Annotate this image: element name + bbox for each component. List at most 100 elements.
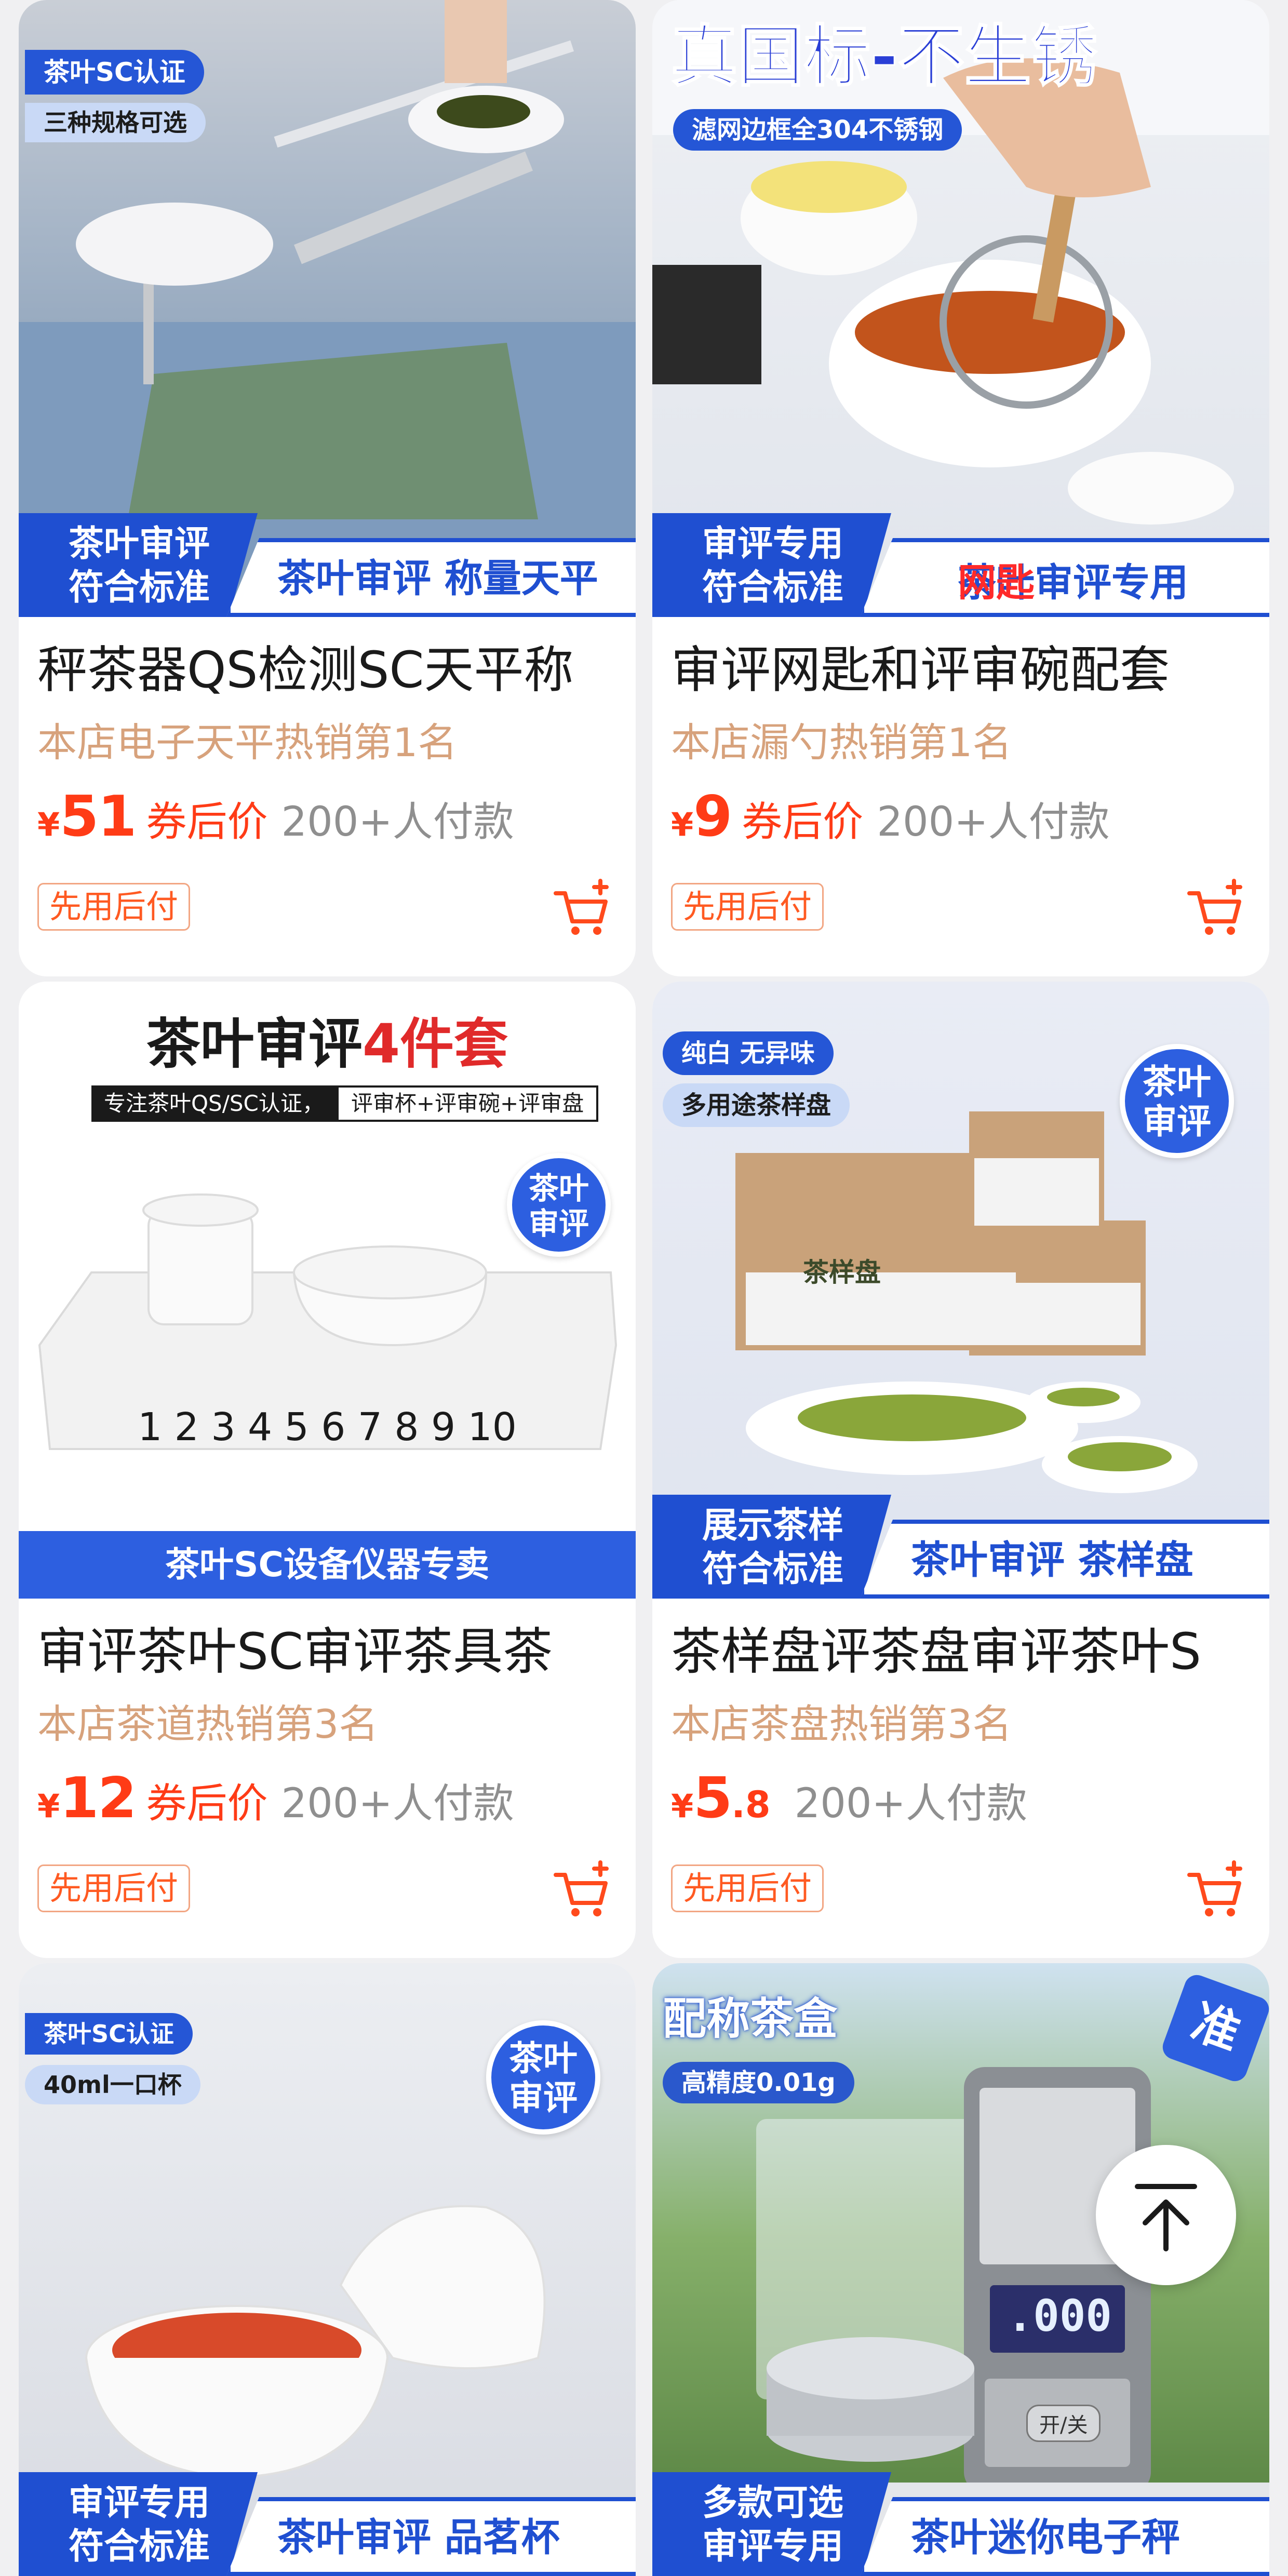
image-banner: 茶叶审评 符合标准 茶叶审评 称量天平 bbox=[19, 513, 636, 617]
cart-plus-icon[interactable] bbox=[551, 1859, 613, 1922]
badge-sc-cert: 茶叶SC认证 bbox=[25, 2013, 193, 2055]
product-grid: 茶叶SC认证 三种规格可选 茶叶审评 符合标准 茶叶审评 称量天平 秤茶器QS检… bbox=[0, 0, 1288, 2576]
banner-left-line2: 符合标准 bbox=[69, 567, 210, 608]
sold-count: 200+人付款 bbox=[877, 799, 1110, 846]
currency-symbol: ¥ bbox=[671, 806, 694, 843]
banner-left-line1: 展示茶样 bbox=[702, 1505, 844, 1546]
price-decimal: .8 bbox=[731, 1783, 771, 1826]
badge-capacity: 40ml一口杯 bbox=[25, 2065, 200, 2104]
price-integer: 51 bbox=[60, 784, 137, 849]
banner-left-line1: 多款可选 bbox=[702, 2483, 844, 2524]
pay-later-badge: 先用后付 bbox=[37, 883, 191, 931]
image-banner: 多款可选 审评专用 茶叶迷你电子秤 bbox=[652, 2472, 1269, 2576]
banner-left-line1: 审评专用 bbox=[702, 524, 844, 565]
scale-display: .000 bbox=[1007, 2290, 1112, 2341]
banner-left-line2: 审评专用 bbox=[702, 2526, 844, 2567]
product-image[interactable]: 茶叶SC认证 三种规格可选 茶叶审评 符合标准 茶叶审评 称量天平 bbox=[19, 0, 636, 617]
sales-rank: 本店电子天平热销第1名 bbox=[37, 719, 458, 766]
product-image[interactable]: 茶叶审评4件套 专注茶叶QS/SC认证， 评审杯+评审碗+评审盘 茶叶 审评 1… bbox=[19, 982, 636, 1599]
price-row: ¥ 5 .8 200+人付款 bbox=[671, 1766, 1027, 1831]
price-integer: 5 bbox=[693, 1766, 732, 1831]
banner-right-text: 茶叶审评 品茗杯 bbox=[277, 2515, 560, 2560]
product-title[interactable]: 审评网匙和评审碗配套 bbox=[671, 636, 1258, 704]
currency-symbol: ¥ bbox=[671, 1787, 694, 1825]
badge-pure-white: 纯白 无异味 bbox=[663, 1031, 834, 1075]
pay-later-badge: 先用后付 bbox=[671, 883, 824, 931]
banner-right: 茶叶审评 称量天平 bbox=[226, 538, 636, 617]
price-row: ¥ 9 券后价 200+人付款 bbox=[671, 784, 1110, 849]
banner-right: 茶叶审评 茶样盘 bbox=[860, 1520, 1269, 1599]
image-headline: 真国标-不生锈 bbox=[670, 18, 1098, 96]
banner-left-line1: 审评专用 bbox=[69, 2483, 210, 2524]
banner-left-line2: 符合标准 bbox=[69, 2526, 210, 2567]
image-banner: 审评专用 符合标准 茶叶审评专用 网匙 bbox=[652, 513, 1269, 617]
product-image[interactable]: 茶样盘 纯白 无异味 多用途茶样盘 茶叶 审评 展示茶样 符合标准 茶叶审评 茶… bbox=[652, 982, 1269, 1599]
price-integer: 9 bbox=[693, 784, 732, 849]
banner-right: 茶叶迷你电子秤 bbox=[860, 2497, 1269, 2576]
product-card[interactable]: 茶叶SC认证 40ml一口杯 茶叶 审评 审评专用 符合标准 茶叶审评 品茗杯 bbox=[19, 1963, 636, 2576]
product-title[interactable]: 审评茶叶SC审评茶具茶 bbox=[37, 1618, 624, 1685]
product-card[interactable]: 茶叶SC认证 三种规格可选 茶叶审评 符合标准 茶叶审评 称量天平 秤茶器QS检… bbox=[19, 0, 636, 976]
product-image[interactable]: 茶叶SC认证 40ml一口杯 茶叶 审评 审评专用 符合标准 茶叶审评 品茗杯 bbox=[19, 1963, 636, 2576]
pay-later-badge: 先用后付 bbox=[671, 1864, 824, 1912]
coupon-price-tag: 券后价 bbox=[146, 799, 268, 846]
arrow-up-icon bbox=[1135, 2184, 1197, 2251]
badge-precision: 高精度0.01g bbox=[663, 2062, 854, 2103]
sold-count: 200+人付款 bbox=[281, 1780, 514, 1827]
banner-right-text: 茶叶审评 茶样盘 bbox=[911, 1538, 1193, 1582]
banner-left-line2: 符合标准 bbox=[702, 1549, 844, 1590]
image-footer-banner: 茶叶SC设备仪器专卖 bbox=[19, 1531, 636, 1599]
seal-line2: 审评 bbox=[1143, 1102, 1211, 1142]
coupon-price-tag: 券后价 bbox=[742, 799, 864, 846]
product-card[interactable]: 茶样盘 纯白 无异味 多用途茶样盘 茶叶 审评 展示茶样 符合标准 茶叶审评 茶… bbox=[652, 982, 1269, 1958]
sales-rank: 本店茶道热销第3名 bbox=[37, 1701, 379, 1747]
banner-left-line2: 符合标准 bbox=[702, 567, 844, 608]
box-label: 茶样盘 bbox=[803, 1257, 881, 1287]
seal-line2: 审评 bbox=[509, 2078, 578, 2118]
seal-line1: 茶叶 bbox=[509, 2038, 578, 2078]
badge-specs: 三种规格可选 bbox=[25, 103, 206, 142]
seal-badge: 茶叶 审评 bbox=[1120, 1044, 1234, 1158]
back-to-top-button[interactable] bbox=[1096, 2145, 1236, 2285]
product-card[interactable]: 真国标-不生锈 滤网边框全304不锈钢 审评专用 符合标准 茶叶审评专用 网匙 审… bbox=[652, 0, 1269, 976]
banner-left: 茶叶审评 符合标准 bbox=[19, 513, 258, 617]
seal-badge: 茶叶 审评 bbox=[507, 1153, 611, 1257]
image-banner: 审评专用 符合标准 茶叶审评 品茗杯 bbox=[19, 2472, 636, 2576]
seal-line1: 茶叶 bbox=[1143, 1062, 1211, 1102]
banner-right: 茶叶审评 品茗杯 bbox=[226, 2497, 636, 2576]
product-title[interactable]: 茶样盘评茶盘审评茶叶S bbox=[671, 1618, 1258, 1685]
badge-multipurpose: 多用途茶样盘 bbox=[663, 1083, 850, 1127]
banner-right-text: 茶叶迷你电子秤 bbox=[911, 2515, 1180, 2560]
cart-plus-icon[interactable] bbox=[1184, 878, 1246, 940]
cart-plus-icon[interactable] bbox=[1184, 1859, 1246, 1922]
product-title[interactable]: 秤茶器QS检测SC天平称 bbox=[37, 636, 624, 704]
currency-symbol: ¥ bbox=[37, 1787, 60, 1825]
product-image[interactable]: 真国标-不生锈 滤网边框全304不锈钢 审评专用 符合标准 茶叶审评专用 网匙 bbox=[652, 0, 1269, 617]
banner-right: 茶叶审评专用 网匙 bbox=[860, 538, 1269, 617]
banner-left: 审评专用 符合标准 bbox=[652, 513, 891, 617]
tea-set-illustration bbox=[38, 1193, 618, 1450]
banner-right-red: 网匙 bbox=[958, 560, 1035, 605]
sold-count: 200+人付款 bbox=[281, 799, 514, 846]
price-row: ¥ 12 券后价 200+人付款 bbox=[37, 1766, 514, 1831]
seal-line2: 审评 bbox=[528, 1206, 589, 1241]
sales-rank: 本店漏勺热销第1名 bbox=[671, 719, 1012, 766]
image-banner: 展示茶样 符合标准 茶叶审评 茶样盘 bbox=[652, 1495, 1269, 1599]
price-row: ¥ 51 券后价 200+人付款 bbox=[37, 784, 514, 849]
banner-left: 多款可选 审评专用 bbox=[652, 2472, 891, 2576]
currency-symbol: ¥ bbox=[37, 806, 60, 843]
banner-left: 审评专用 符合标准 bbox=[19, 2472, 258, 2576]
seal-badge: 茶叶 审评 bbox=[486, 2020, 600, 2135]
tray-numbers: 1 2 3 4 5 6 7 8 9 10 bbox=[138, 1405, 517, 1450]
pay-later-badge: 先用后付 bbox=[37, 1864, 191, 1912]
seal-line1: 茶叶 bbox=[528, 1171, 589, 1206]
banner-right-text: 茶叶审评 称量天平 bbox=[277, 556, 598, 601]
product-card[interactable]: 茶叶审评4件套 专注茶叶QS/SC认证， 评审杯+评审碗+评审盘 茶叶 审评 1… bbox=[19, 982, 636, 1958]
cart-plus-icon[interactable] bbox=[551, 878, 613, 940]
banner-left-line1: 茶叶审评 bbox=[69, 524, 210, 565]
badge-sc-cert: 茶叶SC认证 bbox=[25, 50, 204, 95]
sold-count: 200+人付款 bbox=[794, 1780, 1027, 1827]
image-headline: 配称茶盒 bbox=[663, 1993, 838, 2044]
price-integer: 12 bbox=[60, 1766, 137, 1831]
image-subheadline: 滤网边框全304不锈钢 bbox=[673, 109, 962, 151]
